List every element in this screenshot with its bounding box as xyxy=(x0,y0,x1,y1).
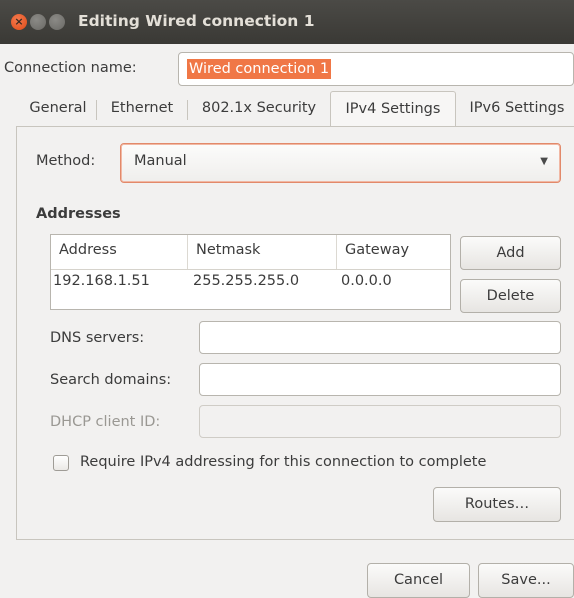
dns-servers-label: DNS servers: xyxy=(50,330,145,346)
delete-address-button[interactable]: Delete xyxy=(460,279,561,313)
column-separator xyxy=(187,235,188,269)
chevron-down-icon: ▼ xyxy=(540,156,548,167)
cell-gateway[interactable]: 0.0.0.0 xyxy=(341,273,392,289)
tab-separator xyxy=(187,100,188,120)
column-header-address[interactable]: Address xyxy=(59,242,117,258)
method-label: Method: xyxy=(36,153,96,169)
cell-netmask[interactable]: 255.255.255.0 xyxy=(193,273,299,289)
minimize-window-button[interactable] xyxy=(30,14,46,30)
dns-servers-input[interactable] xyxy=(199,321,561,354)
search-domains-label: Search domains: xyxy=(50,372,172,388)
tab-ipv6-settings[interactable]: IPv6 Settings xyxy=(460,91,574,127)
window-title: Editing Wired connection 1 xyxy=(78,12,315,30)
dhcp-client-id-input xyxy=(199,405,561,438)
close-window-button[interactable]: × xyxy=(11,14,27,30)
save-button[interactable]: Save... xyxy=(478,563,574,598)
addresses-table[interactable]: Address Netmask Gateway 192.168.1.51 255… xyxy=(50,234,451,310)
tab-general[interactable]: General xyxy=(25,91,91,127)
tab-ethernet[interactable]: Ethernet xyxy=(101,91,183,127)
tab-8021x-security[interactable]: 802.1x Security xyxy=(192,91,326,127)
dhcp-client-id-label: DHCP client ID: xyxy=(50,414,161,430)
table-header: Address Netmask Gateway xyxy=(51,235,450,270)
connection-name-value: Wired connection 1 xyxy=(187,59,332,79)
require-ipv4-label[interactable]: Require IPv4 addressing for this connect… xyxy=(80,454,486,470)
cell-address[interactable]: 192.168.1.51 xyxy=(53,273,150,289)
maximize-window-button[interactable] xyxy=(49,14,65,30)
addresses-heading: Addresses xyxy=(36,206,121,222)
tab-ipv4-settings[interactable]: IPv4 Settings xyxy=(330,91,456,128)
column-header-netmask[interactable]: Netmask xyxy=(196,242,260,258)
method-value: Manual xyxy=(134,153,187,169)
tab-separator xyxy=(96,100,97,120)
connection-name-label: Connection name: xyxy=(4,60,137,76)
title-bar: × Editing Wired connection 1 xyxy=(0,0,574,44)
connection-name-input[interactable]: Wired connection 1 xyxy=(178,52,574,86)
column-header-gateway[interactable]: Gateway xyxy=(345,242,409,258)
tab-bar: General Ethernet 802.1x Security IPv4 Se… xyxy=(0,91,574,128)
add-address-button[interactable]: Add xyxy=(460,236,561,270)
method-dropdown[interactable]: Manual ▼ xyxy=(120,143,561,183)
column-separator xyxy=(336,235,337,269)
require-ipv4-checkbox[interactable] xyxy=(53,455,69,471)
search-domains-input[interactable] xyxy=(199,363,561,396)
cancel-button[interactable]: Cancel xyxy=(367,563,470,598)
routes-button[interactable]: Routes… xyxy=(433,487,561,522)
